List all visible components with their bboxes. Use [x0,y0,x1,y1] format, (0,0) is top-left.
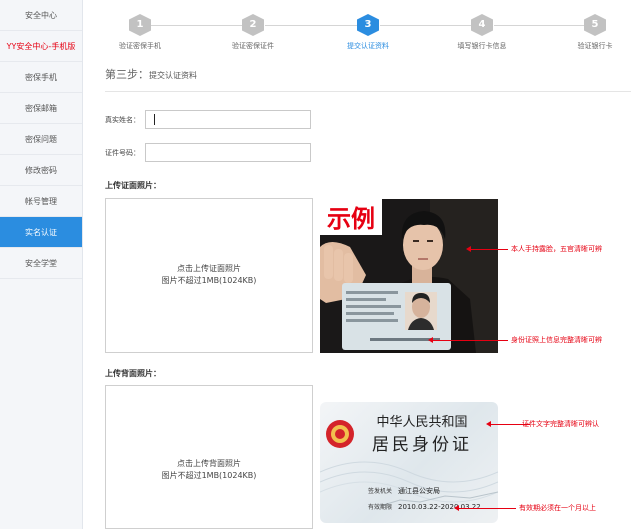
sidebar-item-security-question[interactable]: 密保问题 [0,124,82,155]
step-5: 5 验证银行卡 [555,14,635,51]
validity-value: 2010.03.22-2020.03.22 [398,503,481,511]
sidebar-item-security-school[interactable]: 安全学堂 [0,248,82,279]
step-number: 4 [471,14,493,36]
front-upload-size-hint: 图片不超过1MB(1024KB) [161,276,257,285]
sidebar-item-change-password[interactable]: 修改密码 [0,155,82,186]
back-sample-card: 中华人民共和国 居民身份证 签发机关 通江县公安局 有效期限 2010.03.2… [320,402,498,523]
step-4: 4 填写银行卡信息 [442,14,522,51]
sidebar-item-security-center[interactable]: 安全中心 [0,0,82,31]
authority-value: 通江县公安局 [398,486,440,495]
step-label: 填写银行卡信息 [457,42,507,50]
front-annotation-card: 身份证照上信息完整清晰可辨 [511,336,602,344]
text-caret [154,114,155,125]
sidebar: 安全中心 YY安全中心-手机版 密保手机 密保邮箱 密保问题 修改密码 帐号管理… [0,0,83,529]
page-title: 第三步：提交认证资料 [105,68,197,81]
step-label: 提交认证资料 [347,42,389,50]
real-name-label: 真实姓名： [105,116,140,124]
sidebar-item-security-phone[interactable]: 密保手机 [0,62,82,93]
id-number-input[interactable] [145,143,311,162]
back-photo-section-label: 上传背面照片： [105,369,161,378]
real-name-input[interactable] [145,110,311,129]
annotation-arrow [454,505,516,511]
page-title-step: 第三步： [105,68,149,81]
step-label: 验证银行卡 [577,42,613,50]
front-upload-text: 点击上传证面照片 [177,264,241,273]
step-label: 验证密保证件 [232,42,274,50]
step-number: 2 [242,14,264,36]
id-number-label: 证件号码： [105,149,140,157]
annotation-arrow [466,246,508,252]
sample-stamp: 示例 [327,205,375,233]
step-number: 5 [584,14,606,36]
step-label: 验证密保手机 [119,42,161,50]
front-annotation-face: 本人手持露脸，五官清晰可辨 [511,245,602,253]
step-3: 3 提交认证资料 [328,14,408,51]
front-sample-illustration: 示例 [320,199,498,353]
front-photo-upload-box[interactable]: 点击上传证面照片 图片不超过1MB(1024KB) [105,198,313,353]
authority-label: 签发机关 [368,487,392,495]
back-photo-upload-box[interactable]: 点击上传背面照片 图片不超过1MB(1024KB) [105,385,313,529]
sidebar-item-real-name-auth[interactable]: 实名认证 [0,217,82,248]
back-upload-text: 点击上传背面照片 [177,459,241,468]
front-photo-section-label: 上传证面照片： [105,181,161,190]
progress-stepper: 1 验证密保手机 2 验证密保证件 3 提交认证资料 4 填写银行卡信息 5 验… [95,10,640,55]
back-annotation-validity: 有效期必须在一个月以上 [519,504,596,512]
front-sample-photo: 示例 [320,199,498,353]
sidebar-item-security-email[interactable]: 密保邮箱 [0,93,82,124]
step-2: 2 验证密保证件 [213,14,293,51]
card-title-id: 居民身份证 [372,435,472,455]
step-1: 1 验证密保手机 [100,14,180,51]
back-sample-illustration: 中华人民共和国 居民身份证 签发机关 通江县公安局 有效期限 2010.03.2… [320,415,498,511]
annotation-arrow [428,337,508,343]
step-number: 3 [357,14,379,36]
page-title-sub: 提交认证资料 [149,71,197,80]
sidebar-item-mobile-version[interactable]: YY安全中心-手机版 [0,31,82,62]
back-annotation-text: 证件文字完整清晰可辨认 [522,420,599,428]
page-title-row: 第三步：提交认证资料 [105,66,631,92]
step-number: 1 [129,14,151,36]
back-upload-size-hint: 图片不超过1MB(1024KB) [161,471,257,480]
validity-label: 有效期限 [368,503,392,511]
sidebar-item-account-management[interactable]: 帐号管理 [0,186,82,217]
card-title-country: 中华人民共和国 [376,415,467,430]
